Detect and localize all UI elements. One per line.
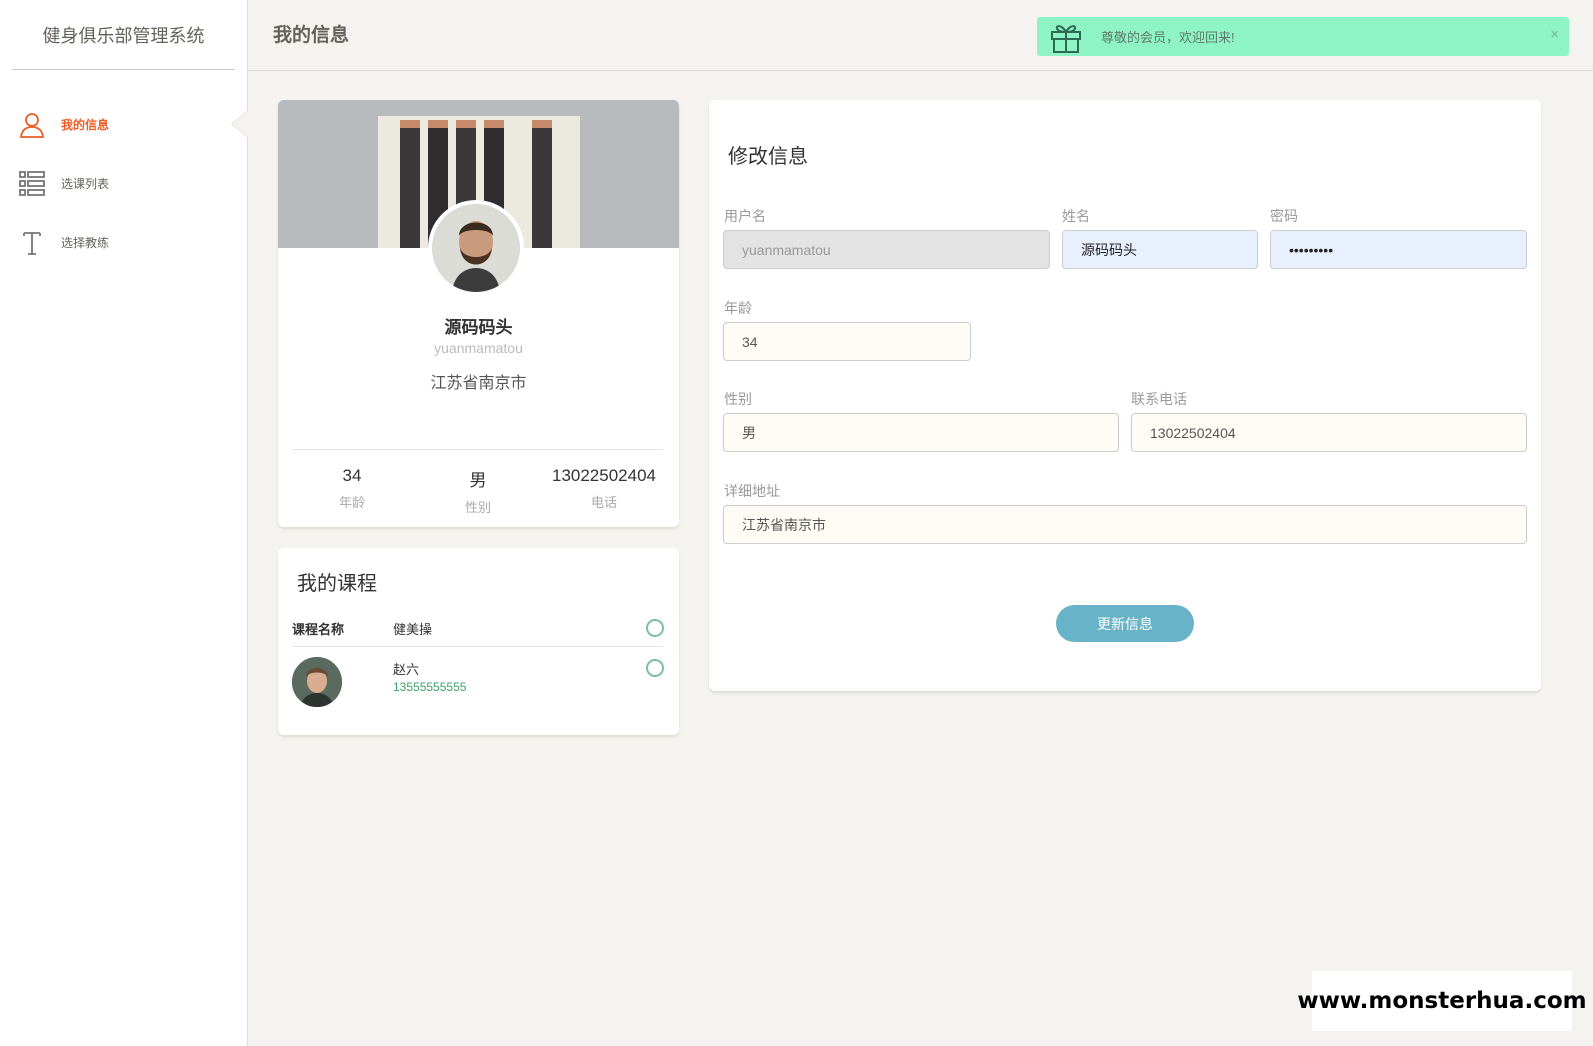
list-icon	[18, 170, 46, 198]
stat-label: 年龄	[338, 495, 365, 510]
coach-avatar	[292, 657, 342, 707]
password-field[interactable]: •••••••••	[1270, 230, 1527, 269]
top-navbar: 我的信息 尊敬的会员，欢迎回来! ×	[248, 0, 1593, 71]
watermark: www.monsterhua.com	[1297, 971, 1587, 1031]
age-field[interactable]: 34	[723, 322, 971, 361]
welcome-alert: 尊敬的会员，欢迎回来! ×	[1037, 17, 1569, 56]
sidebar-item-label: 选择教练	[61, 236, 110, 250]
sidebar-nav: 我的信息 选课列表 选择教练	[0, 95, 248, 272]
sidebar-item-my-info[interactable]: 我的信息	[0, 95, 248, 154]
sidebar-item-course-list[interactable]: 选课列表	[0, 154, 247, 213]
stat-value: 34	[342, 466, 362, 485]
username-field[interactable]: yuanmamatou	[723, 230, 1050, 269]
sidebar: 健身俱乐部管理系统 我的信息 选课列表 选择教练	[0, 0, 248, 1046]
course-header-label: 课程名称	[292, 622, 345, 637]
profile-card: 源码码头 yuanmamatou 江苏省南京市 34 年龄 男 性别 13022…	[278, 100, 679, 527]
text-icon	[18, 229, 46, 257]
password-label: 密码	[1270, 208, 1298, 224]
stat-label: 性别	[464, 500, 491, 515]
profile-city: 江苏省南京市	[430, 375, 527, 392]
courses-title: 我的课程	[297, 573, 377, 595]
phone-field[interactable]: 13022502404	[1131, 413, 1527, 452]
stat-label: 电话	[590, 495, 617, 510]
sidebar-item-choose-coach[interactable]: 选择教练	[0, 213, 247, 272]
app-title: 健身俱乐部管理系统	[12, 0, 235, 70]
gift-icon	[1049, 20, 1083, 54]
edit-form-title: 修改信息	[728, 146, 808, 168]
phone-label: 联系电话	[1131, 391, 1187, 407]
divider	[292, 449, 663, 450]
coach-phone: 13555555555	[393, 680, 467, 694]
coach-select-radio[interactable]	[646, 659, 664, 677]
sidebar-item-label: 我的信息	[61, 118, 110, 132]
age-label: 年龄	[724, 300, 752, 316]
address-field[interactable]: 江苏省南京市	[723, 505, 1527, 544]
avatar	[428, 200, 524, 296]
stat-age: 34 年龄	[285, 466, 419, 511]
coach-name: 赵六	[393, 662, 420, 677]
my-courses-card: 我的课程 课程名称 健美操 赵六 13555555555	[278, 548, 679, 735]
stat-gender: 男 性别	[411, 466, 545, 516]
stat-value: 13022502404	[551, 466, 656, 485]
profile-username: yuanmamatou	[434, 340, 523, 356]
user-icon	[18, 111, 46, 139]
username-label: 用户名	[724, 208, 766, 224]
edit-info-card: 修改信息 用户名 yuanmamatou 姓名 源码码头 密码 ••••••••…	[709, 100, 1541, 691]
update-info-button[interactable]: 更新信息	[1056, 605, 1194, 642]
stat-phone: 13022502404 电话	[537, 466, 671, 511]
course-row: 课程名称 健美操	[292, 610, 664, 647]
stat-value: 男	[469, 471, 487, 490]
course-name: 健美操	[393, 622, 433, 637]
name-label: 姓名	[1062, 208, 1090, 224]
gender-field[interactable]: 男	[723, 413, 1119, 452]
address-label: 详细地址	[724, 483, 780, 499]
alert-message: 尊敬的会员，欢迎回来!	[1101, 30, 1235, 45]
gender-label: 性别	[724, 391, 752, 407]
close-icon[interactable]: ×	[1550, 26, 1559, 43]
page-title: 我的信息	[273, 25, 350, 46]
course-select-radio[interactable]	[646, 619, 664, 637]
profile-name: 源码码头	[444, 318, 513, 337]
sidebar-item-label: 选课列表	[61, 177, 110, 191]
name-field[interactable]: 源码码头	[1062, 230, 1258, 269]
